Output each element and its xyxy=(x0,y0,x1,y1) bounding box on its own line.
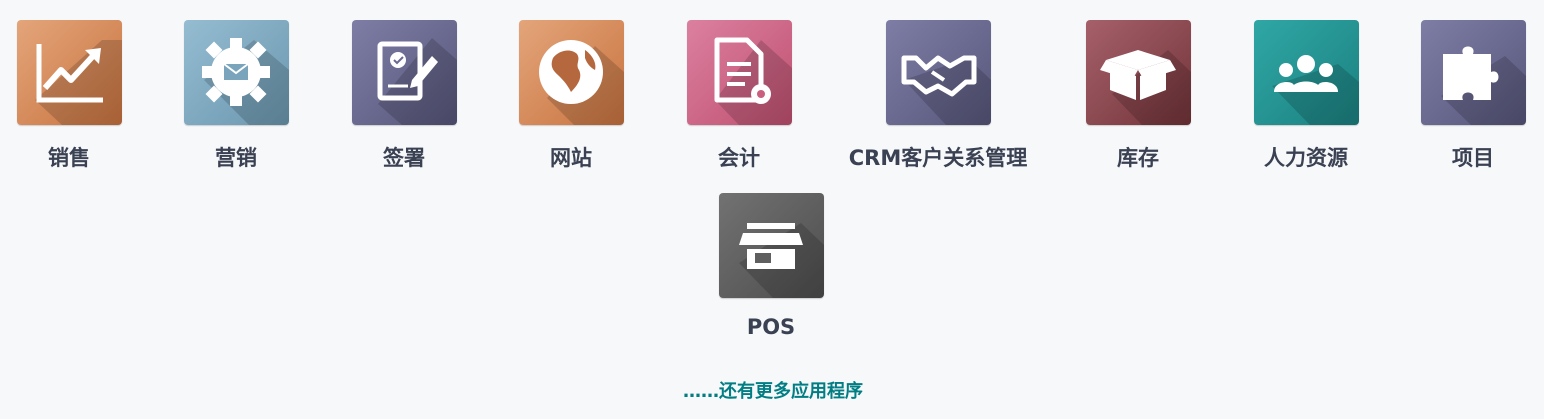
globe-icon xyxy=(539,40,624,125)
gear-envelope-icon xyxy=(202,38,289,125)
handshake-icon xyxy=(901,55,991,125)
hr-tile[interactable] xyxy=(1254,20,1359,125)
app-label: 营销 xyxy=(215,146,257,170)
marketing-tile[interactable] xyxy=(184,20,289,125)
sign-tile[interactable] xyxy=(352,20,457,125)
puzzle-icon xyxy=(1441,46,1526,125)
more-apps-link[interactable]: ……还有更多应用程序 xyxy=(683,377,863,403)
document-signature-icon xyxy=(377,38,457,125)
project-tile[interactable] xyxy=(1421,20,1526,125)
app-label: CRM客户关系管理 xyxy=(848,146,1028,170)
box-icon xyxy=(1100,50,1191,125)
crm-tile[interactable] xyxy=(886,20,991,125)
app-label: 项目 xyxy=(1452,146,1494,170)
sales-tile[interactable] xyxy=(17,20,122,125)
accounting-tile[interactable] xyxy=(687,20,792,125)
store-icon xyxy=(739,223,824,298)
pos-tile[interactable] xyxy=(719,193,824,298)
app-label: 人力资源 xyxy=(1264,146,1348,170)
sales-chart-icon xyxy=(35,40,122,125)
app-label: 网站 xyxy=(550,146,592,170)
app-label: 签署 xyxy=(383,146,425,170)
invoice-gear-icon xyxy=(714,37,792,125)
website-tile[interactable] xyxy=(519,20,624,125)
app-label: 销售 xyxy=(48,146,90,170)
app-label: 会计 xyxy=(718,146,760,170)
inventory-tile[interactable] xyxy=(1086,20,1191,125)
app-label: 库存 xyxy=(1117,146,1159,170)
app-label: POS xyxy=(746,315,796,339)
people-icon xyxy=(1272,55,1359,125)
